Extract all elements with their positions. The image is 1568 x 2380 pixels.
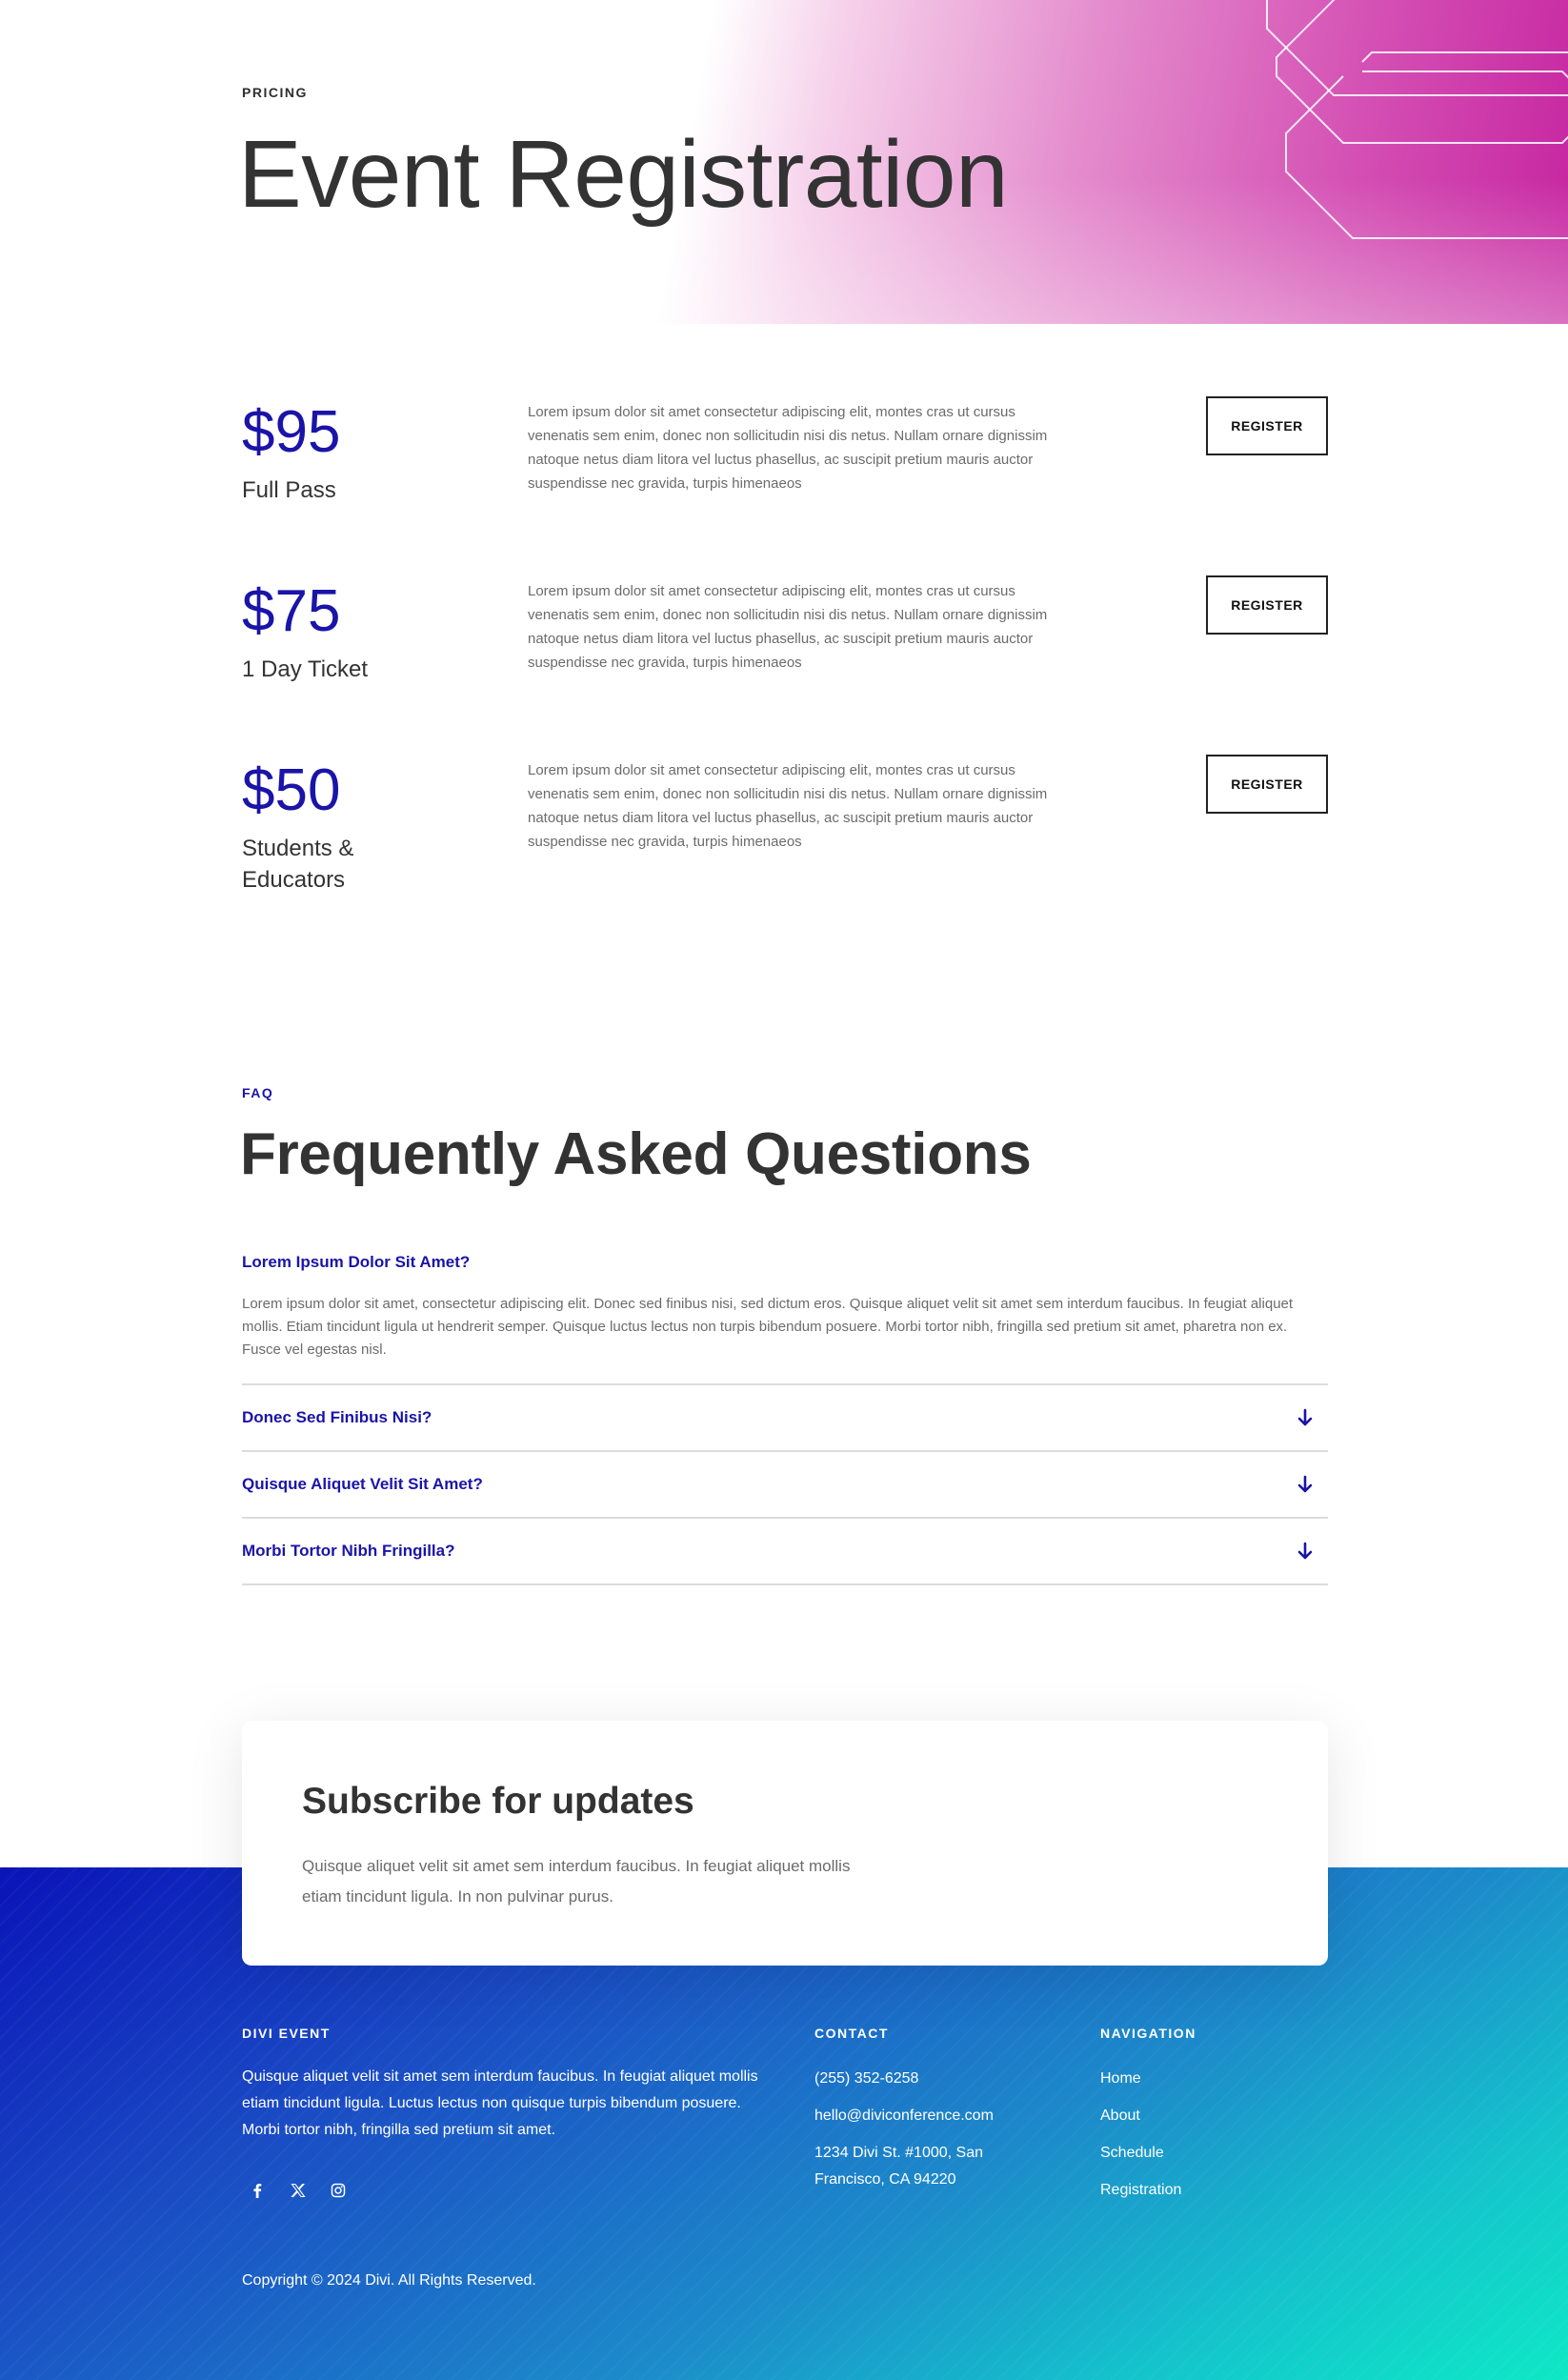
faq-question: Morbi Tortor Nibh Fringilla? <box>242 1542 455 1560</box>
page-title: Event Registration <box>238 121 1009 228</box>
arrow-down-icon <box>1294 1473 1317 1496</box>
pricing-tier-full-pass: $95 Full Pass Lorem ipsum dolor sit amet… <box>242 396 1328 562</box>
faq-open-answer: Lorem ipsum dolor sit amet, consectetur … <box>242 1296 1294 1358</box>
hexagon-decoration-icon <box>1266 0 1568 239</box>
arrow-down-icon <box>1294 1540 1317 1563</box>
footer-about-title: DIVI EVENT <box>242 2026 331 2041</box>
footer-navigation-title: NAVIGATION <box>1100 2026 1196 2041</box>
contact-email[interactable]: hello@diviconference.com <box>814 2103 994 2129</box>
faq-item[interactable]: Quisque Aliquet Velit Sit Amet? <box>242 1450 1328 1517</box>
tier-name: 1 Day Ticket <box>242 656 369 682</box>
register-button-students[interactable]: REGISTER <box>1206 755 1328 814</box>
register-button-1-day[interactable]: REGISTER <box>1206 575 1328 635</box>
faq-question: Quisque Aliquet Velit Sit Amet? <box>242 1475 483 1493</box>
price-amount: $50 <box>242 757 341 823</box>
facebook-icon[interactable] <box>244 2177 271 2204</box>
faq-eyebrow: FAQ <box>242 1085 274 1100</box>
tier-name: Full Pass <box>242 477 336 503</box>
subscribe-card: Subscribe for updates Quisque aliquet ve… <box>242 1721 1328 1966</box>
footer-nav-about[interactable]: About <box>1100 2103 1140 2129</box>
faq-item[interactable]: Morbi Tortor Nibh Fringilla? <box>242 1517 1328 1585</box>
arrow-down-icon <box>1294 1406 1317 1429</box>
pricing-tier-1-day: $75 1 Day Ticket Lorem ipsum dolor sit a… <box>242 575 1328 741</box>
footer-nav-schedule[interactable]: Schedule <box>1100 2140 1164 2167</box>
footer-nav-home[interactable]: Home <box>1100 2066 1141 2092</box>
hero-section: PRICING Event Registration <box>0 0 1568 324</box>
instagram-icon[interactable] <box>325 2177 352 2204</box>
footer-nav-registration[interactable]: Registration <box>1100 2177 1181 2204</box>
tier-description: Lorem ipsum dolor sit amet consectetur a… <box>528 404 1048 492</box>
pricing-eyebrow: PRICING <box>242 85 308 100</box>
copyright-text: Copyright © 2024 Divi. All Rights Reserv… <box>242 2272 536 2289</box>
register-button-full-pass[interactable]: REGISTER <box>1206 396 1328 455</box>
tier-name: Students & Educators <box>242 836 354 893</box>
x-icon[interactable] <box>285 2177 312 2204</box>
subscribe-title: Subscribe for updates <box>302 1781 694 1822</box>
pricing-tier-students: $50 Students & Educators Lorem ipsum dol… <box>242 755 1328 920</box>
contact-address: 1234 Divi St. #1000, San Francisco, CA 9… <box>814 2145 984 2188</box>
price-amount: $95 <box>242 399 341 465</box>
faq-question: Donec Sed Finibus Nisi? <box>242 1408 432 1426</box>
contact-phone[interactable]: (255) 352-6258 <box>814 2066 918 2092</box>
faq-title: Frequently Asked Questions <box>240 1121 1032 1187</box>
tier-description: Lorem ipsum dolor sit amet consectetur a… <box>528 583 1048 671</box>
faq-item[interactable]: Donec Sed Finibus Nisi? <box>242 1383 1328 1450</box>
subscribe-text: Quisque aliquet velit sit amet sem inter… <box>302 1857 851 1906</box>
price-amount: $75 <box>242 578 341 644</box>
footer-about-text: Quisque aliquet velit sit amet sem inter… <box>242 2068 758 2138</box>
faq-open-question[interactable]: Lorem Ipsum Dolor Sit Amet? <box>242 1253 470 1272</box>
footer-contact-title: CONTACT <box>814 2026 889 2041</box>
tier-description: Lorem ipsum dolor sit amet consectetur a… <box>528 762 1048 850</box>
